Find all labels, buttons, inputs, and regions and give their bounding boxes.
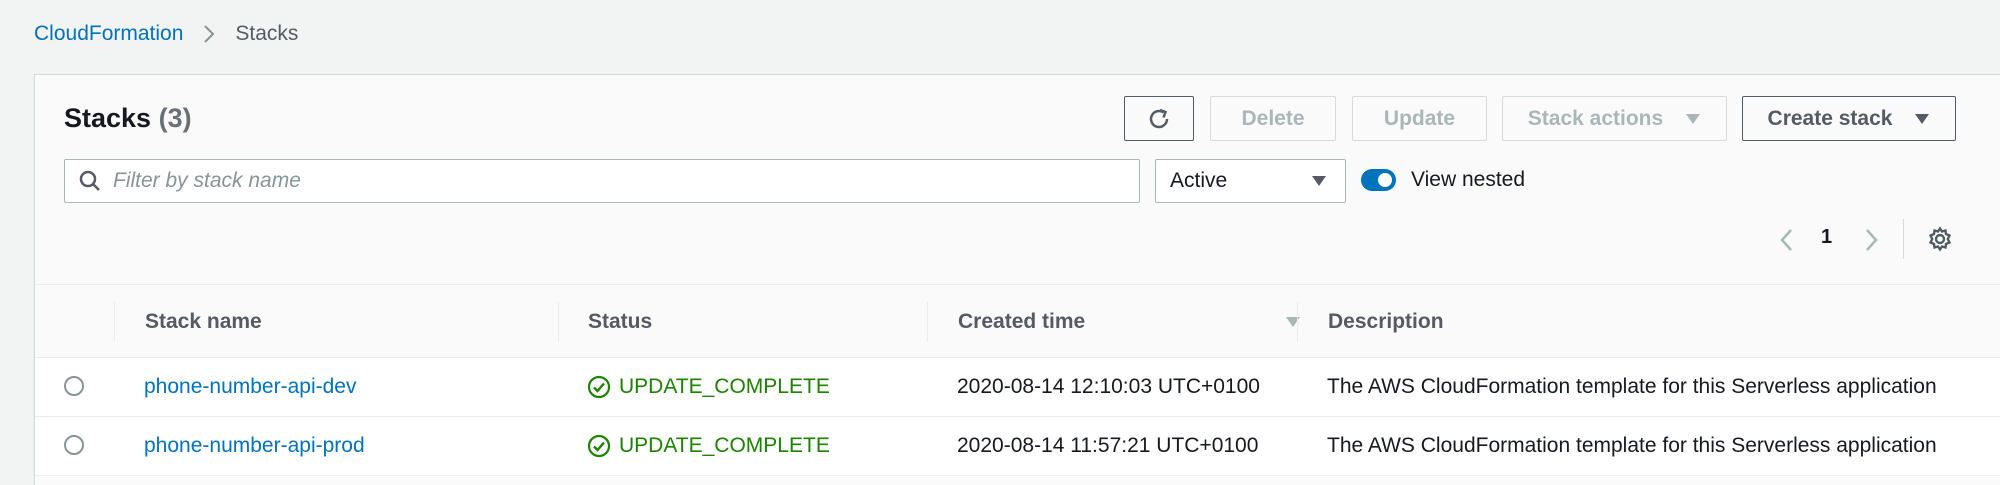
column-header-status[interactable]: Status — [588, 285, 652, 359]
column-header-stack-name[interactable]: Stack name — [145, 285, 262, 359]
status-text: UPDATE_COMPLETE — [619, 375, 830, 398]
row-select-radio[interactable] — [64, 435, 84, 455]
status-text: UPDATE_COMPLETE — [619, 434, 830, 457]
stack-name-link[interactable]: phone-number-api-dev — [144, 375, 356, 399]
create-stack-button[interactable]: Create stack — [1742, 96, 1956, 141]
gear-icon — [1927, 226, 1953, 252]
stack-actions-label: Stack actions — [1527, 106, 1664, 130]
column-divider — [1297, 302, 1298, 342]
update-button[interactable]: Update — [1352, 96, 1487, 141]
chevron-left-icon — [1779, 228, 1793, 252]
breadcrumb: CloudFormation Stacks — [34, 22, 298, 46]
previous-page-button[interactable] — [1779, 228, 1793, 252]
current-page-number[interactable]: 1 — [1821, 226, 1832, 249]
view-nested-toggle[interactable] — [1361, 169, 1396, 191]
chevron-right-icon — [1865, 228, 1879, 252]
next-page-button[interactable] — [1865, 228, 1879, 252]
table-row[interactable]: phone-number-api-dev UPDATE_COMPLETE 202… — [35, 358, 2000, 417]
status-filter-value: Active — [1170, 169, 1228, 192]
created-time-cell: 2020-08-14 11:57:21 UTC+0100 — [957, 434, 1259, 457]
chevron-right-icon — [203, 24, 215, 44]
page-title: Stacks (3) — [64, 103, 192, 134]
status-cell: UPDATE_COMPLETE — [587, 417, 830, 475]
stack-count: (3) — [158, 103, 192, 133]
create-stack-label: Create stack — [1767, 106, 1893, 130]
description-cell: The AWS CloudFormation template for this… — [1327, 375, 1937, 398]
column-divider — [114, 302, 115, 342]
stacks-panel: Stacks (3) Delete Update Stack actions C… — [34, 74, 2000, 485]
breadcrumb-current: Stacks — [235, 22, 299, 45]
created-time-cell: 2020-08-14 12:10:03 UTC+0100 — [957, 375, 1260, 398]
column-divider — [558, 302, 559, 342]
view-nested-label: View nested — [1411, 168, 1526, 191]
table-header: Stack name Status Created time Descripti… — [35, 284, 2000, 358]
refresh-button[interactable] — [1124, 96, 1194, 141]
view-nested-control: View nested — [1361, 168, 1525, 192]
caret-down-icon — [1311, 175, 1327, 187]
column-header-created-time[interactable]: Created time — [958, 285, 1308, 359]
stack-actions-button[interactable]: Stack actions — [1502, 96, 1727, 141]
refresh-icon — [1146, 106, 1172, 132]
column-divider — [927, 302, 928, 342]
panel-title-text: Stacks — [64, 103, 152, 133]
column-header-description[interactable]: Description — [1328, 285, 1444, 359]
description-cell: The AWS CloudFormation template for this… — [1327, 434, 1937, 457]
stack-name-link[interactable]: phone-number-api-prod — [144, 434, 365, 458]
sort-descending-icon — [1285, 316, 1301, 328]
filter-input[interactable] — [113, 169, 1073, 193]
success-check-icon — [587, 434, 611, 458]
delete-button[interactable]: Delete — [1210, 96, 1336, 141]
column-header-created-time-label: Created time — [958, 310, 1086, 333]
status-filter-select[interactable]: Active — [1155, 159, 1346, 203]
table-settings-button[interactable] — [1927, 226, 1953, 252]
status-cell: UPDATE_COMPLETE — [587, 358, 830, 416]
filter-search-box[interactable] — [64, 159, 1140, 203]
pager-divider — [1903, 219, 1904, 259]
search-icon — [79, 170, 101, 192]
success-check-icon — [587, 375, 611, 399]
breadcrumb-cloudformation-link[interactable]: CloudFormation — [34, 22, 183, 46]
row-select-radio[interactable] — [64, 376, 84, 396]
table-row[interactable]: phone-number-api-prod UPDATE_COMPLETE 20… — [35, 417, 2000, 476]
caret-down-icon — [1685, 113, 1701, 125]
caret-down-icon — [1914, 113, 1930, 125]
